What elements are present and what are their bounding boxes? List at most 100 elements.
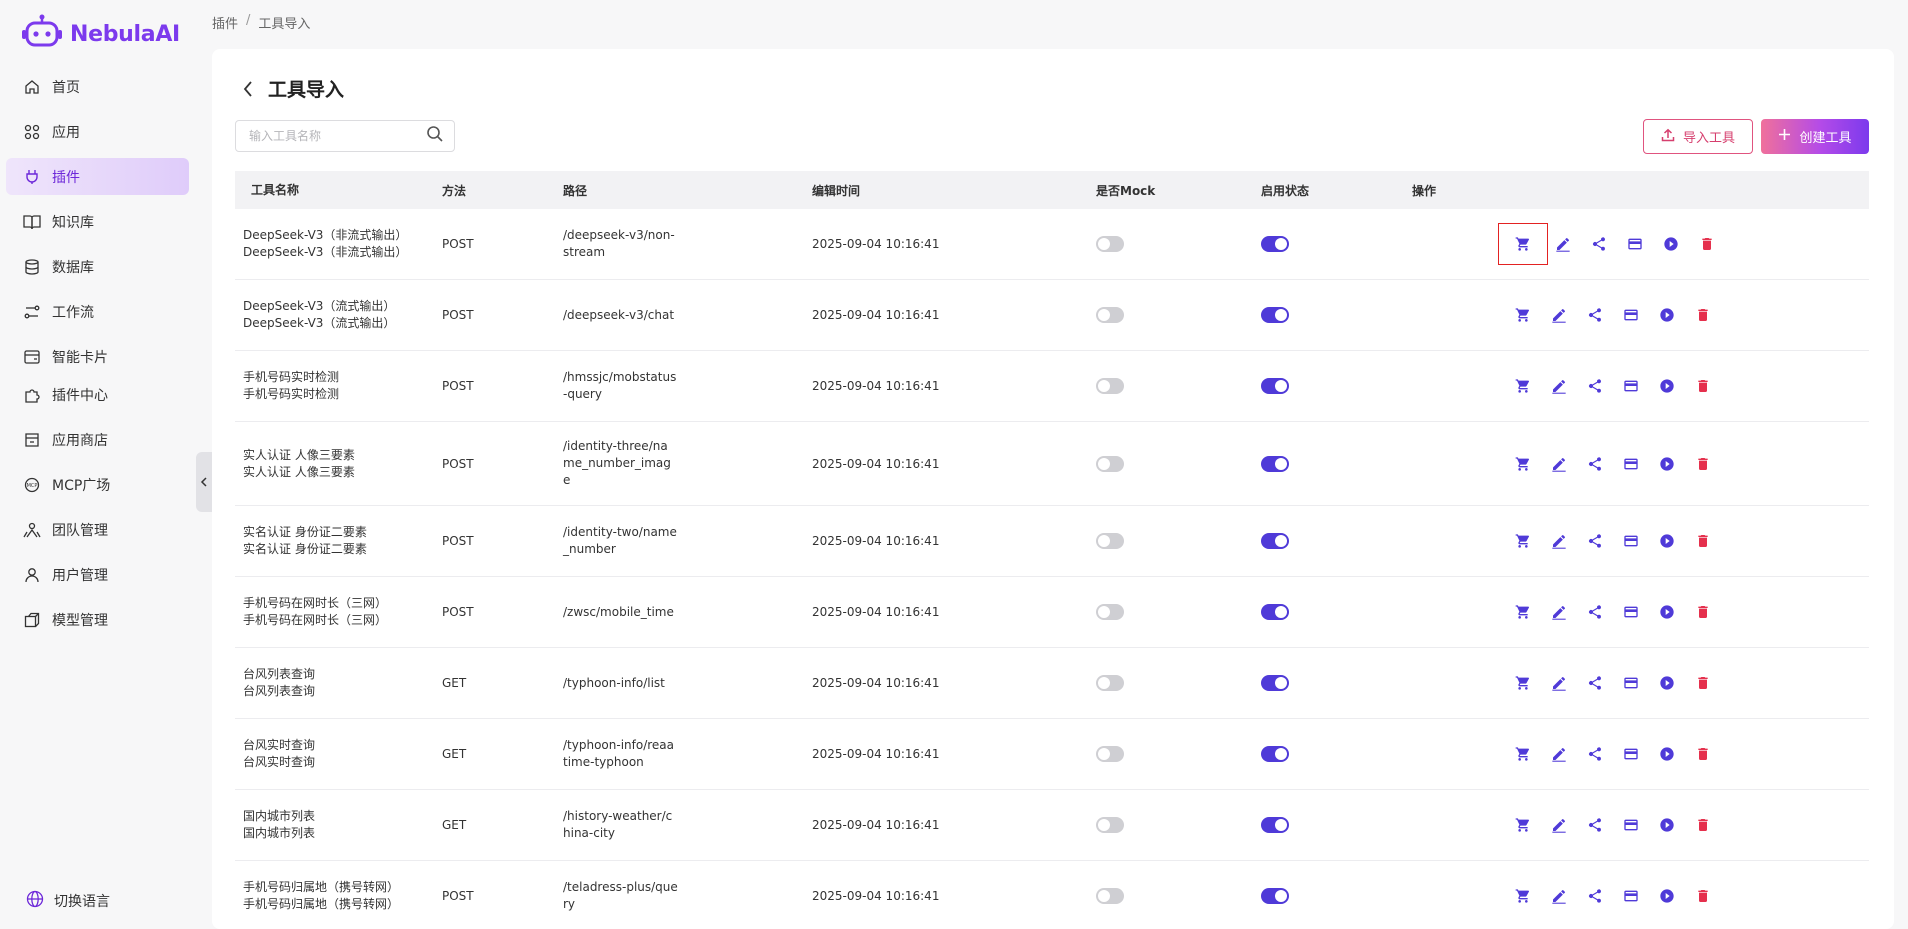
enable-toggle[interactable] [1261, 307, 1289, 323]
share-button[interactable] [1580, 739, 1610, 769]
edit-button[interactable] [1544, 371, 1574, 401]
add-to-store-button[interactable] [1508, 810, 1538, 840]
add-to-store-button[interactable] [1498, 223, 1548, 265]
delete-button[interactable] [1688, 449, 1718, 479]
share-button[interactable] [1580, 526, 1610, 556]
back-button[interactable] [242, 80, 254, 98]
mock-toggle[interactable] [1096, 533, 1124, 549]
sidebar-item-team[interactable]: 团队管理 [6, 511, 189, 548]
delete-button[interactable] [1692, 229, 1722, 259]
enable-toggle[interactable] [1261, 455, 1289, 472]
sidebar-item-users[interactable]: 用户管理 [6, 556, 189, 593]
card-button[interactable] [1616, 810, 1646, 840]
run-button[interactable] [1652, 881, 1682, 911]
enable-toggle[interactable] [1261, 533, 1289, 549]
card-button[interactable] [1616, 371, 1646, 401]
share-button[interactable] [1580, 881, 1610, 911]
run-button[interactable] [1656, 229, 1686, 259]
run-button[interactable] [1652, 371, 1682, 401]
card-button[interactable] [1620, 229, 1650, 259]
sidebar-item-models[interactable]: 模型管理 [6, 601, 189, 638]
card-button[interactable] [1616, 449, 1646, 479]
card-button[interactable] [1616, 300, 1646, 330]
share-button[interactable] [1580, 810, 1610, 840]
delete-button[interactable] [1688, 739, 1718, 769]
sidebar-item-app-store[interactable]: 应用商店 [6, 421, 189, 458]
edit-button[interactable] [1544, 597, 1574, 627]
add-to-store-button[interactable] [1508, 371, 1538, 401]
sidebar-item-smart-card[interactable]: 智能卡片 [6, 338, 189, 375]
enable-toggle[interactable] [1261, 675, 1289, 691]
run-button[interactable] [1652, 597, 1682, 627]
delete-button[interactable] [1688, 371, 1718, 401]
import-tool-button[interactable]: 导入工具 [1643, 119, 1753, 154]
sidebar-item-database[interactable]: 数据库 [6, 248, 189, 285]
card-button[interactable] [1616, 526, 1646, 556]
run-button[interactable] [1652, 300, 1682, 330]
add-to-store-button[interactable] [1508, 449, 1538, 479]
share-button[interactable] [1580, 668, 1610, 698]
edit-button[interactable] [1544, 300, 1574, 330]
mock-toggle[interactable] [1096, 307, 1124, 323]
enable-toggle[interactable] [1261, 888, 1289, 904]
delete-button[interactable] [1688, 526, 1718, 556]
delete-button[interactable] [1688, 668, 1718, 698]
add-to-store-button[interactable] [1508, 668, 1538, 698]
add-to-store-button[interactable] [1508, 300, 1538, 330]
share-button[interactable] [1584, 229, 1614, 259]
run-button[interactable] [1652, 739, 1682, 769]
run-button[interactable] [1652, 526, 1682, 556]
breadcrumb-parent[interactable]: 插件 [212, 13, 238, 32]
edit-button[interactable] [1544, 668, 1574, 698]
add-to-store-button[interactable] [1508, 881, 1538, 911]
create-tool-button[interactable]: 创建工具 [1761, 119, 1869, 154]
card-button[interactable] [1616, 597, 1646, 627]
enable-toggle[interactable] [1261, 746, 1289, 762]
mock-toggle[interactable] [1096, 236, 1124, 252]
app-logo[interactable]: NebulaAI [20, 14, 180, 54]
run-button[interactable] [1652, 810, 1682, 840]
mock-toggle[interactable] [1096, 888, 1124, 904]
edit-button[interactable] [1544, 739, 1574, 769]
card-button[interactable] [1616, 881, 1646, 911]
edit-button[interactable] [1544, 449, 1574, 479]
search-icon[interactable] [426, 125, 444, 147]
add-to-store-button[interactable] [1508, 597, 1538, 627]
sidebar-item-mcp[interactable]: MCP MCP广场 [6, 466, 189, 503]
mock-toggle[interactable] [1096, 455, 1124, 472]
edit-button[interactable] [1544, 881, 1574, 911]
delete-button[interactable] [1688, 810, 1718, 840]
run-button[interactable] [1652, 668, 1682, 698]
sidebar-item-home[interactable]: 首页 [6, 68, 189, 105]
mock-toggle[interactable] [1096, 746, 1124, 762]
edit-button[interactable] [1544, 526, 1574, 556]
mock-toggle[interactable] [1096, 604, 1124, 620]
delete-button[interactable] [1688, 881, 1718, 911]
enable-toggle[interactable] [1261, 817, 1289, 833]
enable-toggle[interactable] [1261, 604, 1289, 620]
share-button[interactable] [1580, 597, 1610, 627]
sidebar-item-apps[interactable]: 应用 [6, 113, 189, 150]
edit-button[interactable] [1544, 810, 1574, 840]
card-button[interactable] [1616, 668, 1646, 698]
share-button[interactable] [1580, 449, 1610, 479]
add-to-store-button[interactable] [1508, 526, 1538, 556]
share-button[interactable] [1580, 300, 1610, 330]
mock-toggle[interactable] [1096, 378, 1124, 394]
sidebar-collapse-button[interactable] [196, 452, 212, 512]
edit-button[interactable] [1548, 229, 1578, 259]
sidebar-item-plugins[interactable]: 插件 [6, 158, 189, 195]
enable-toggle[interactable] [1261, 236, 1289, 252]
delete-button[interactable] [1688, 597, 1718, 627]
search-input[interactable] [249, 129, 426, 143]
delete-button[interactable] [1688, 300, 1718, 330]
run-button[interactable] [1652, 449, 1682, 479]
sidebar-item-workflow[interactable]: 工作流 [6, 293, 189, 330]
mock-toggle[interactable] [1096, 817, 1124, 833]
sidebar-item-knowledge[interactable]: 知识库 [6, 203, 189, 240]
sidebar-item-plugin-center[interactable]: 插件中心 [6, 376, 189, 413]
mock-toggle[interactable] [1096, 675, 1124, 691]
enable-toggle[interactable] [1261, 378, 1289, 394]
share-button[interactable] [1580, 371, 1610, 401]
switch-language-button[interactable]: 切换语言 [26, 890, 110, 912]
